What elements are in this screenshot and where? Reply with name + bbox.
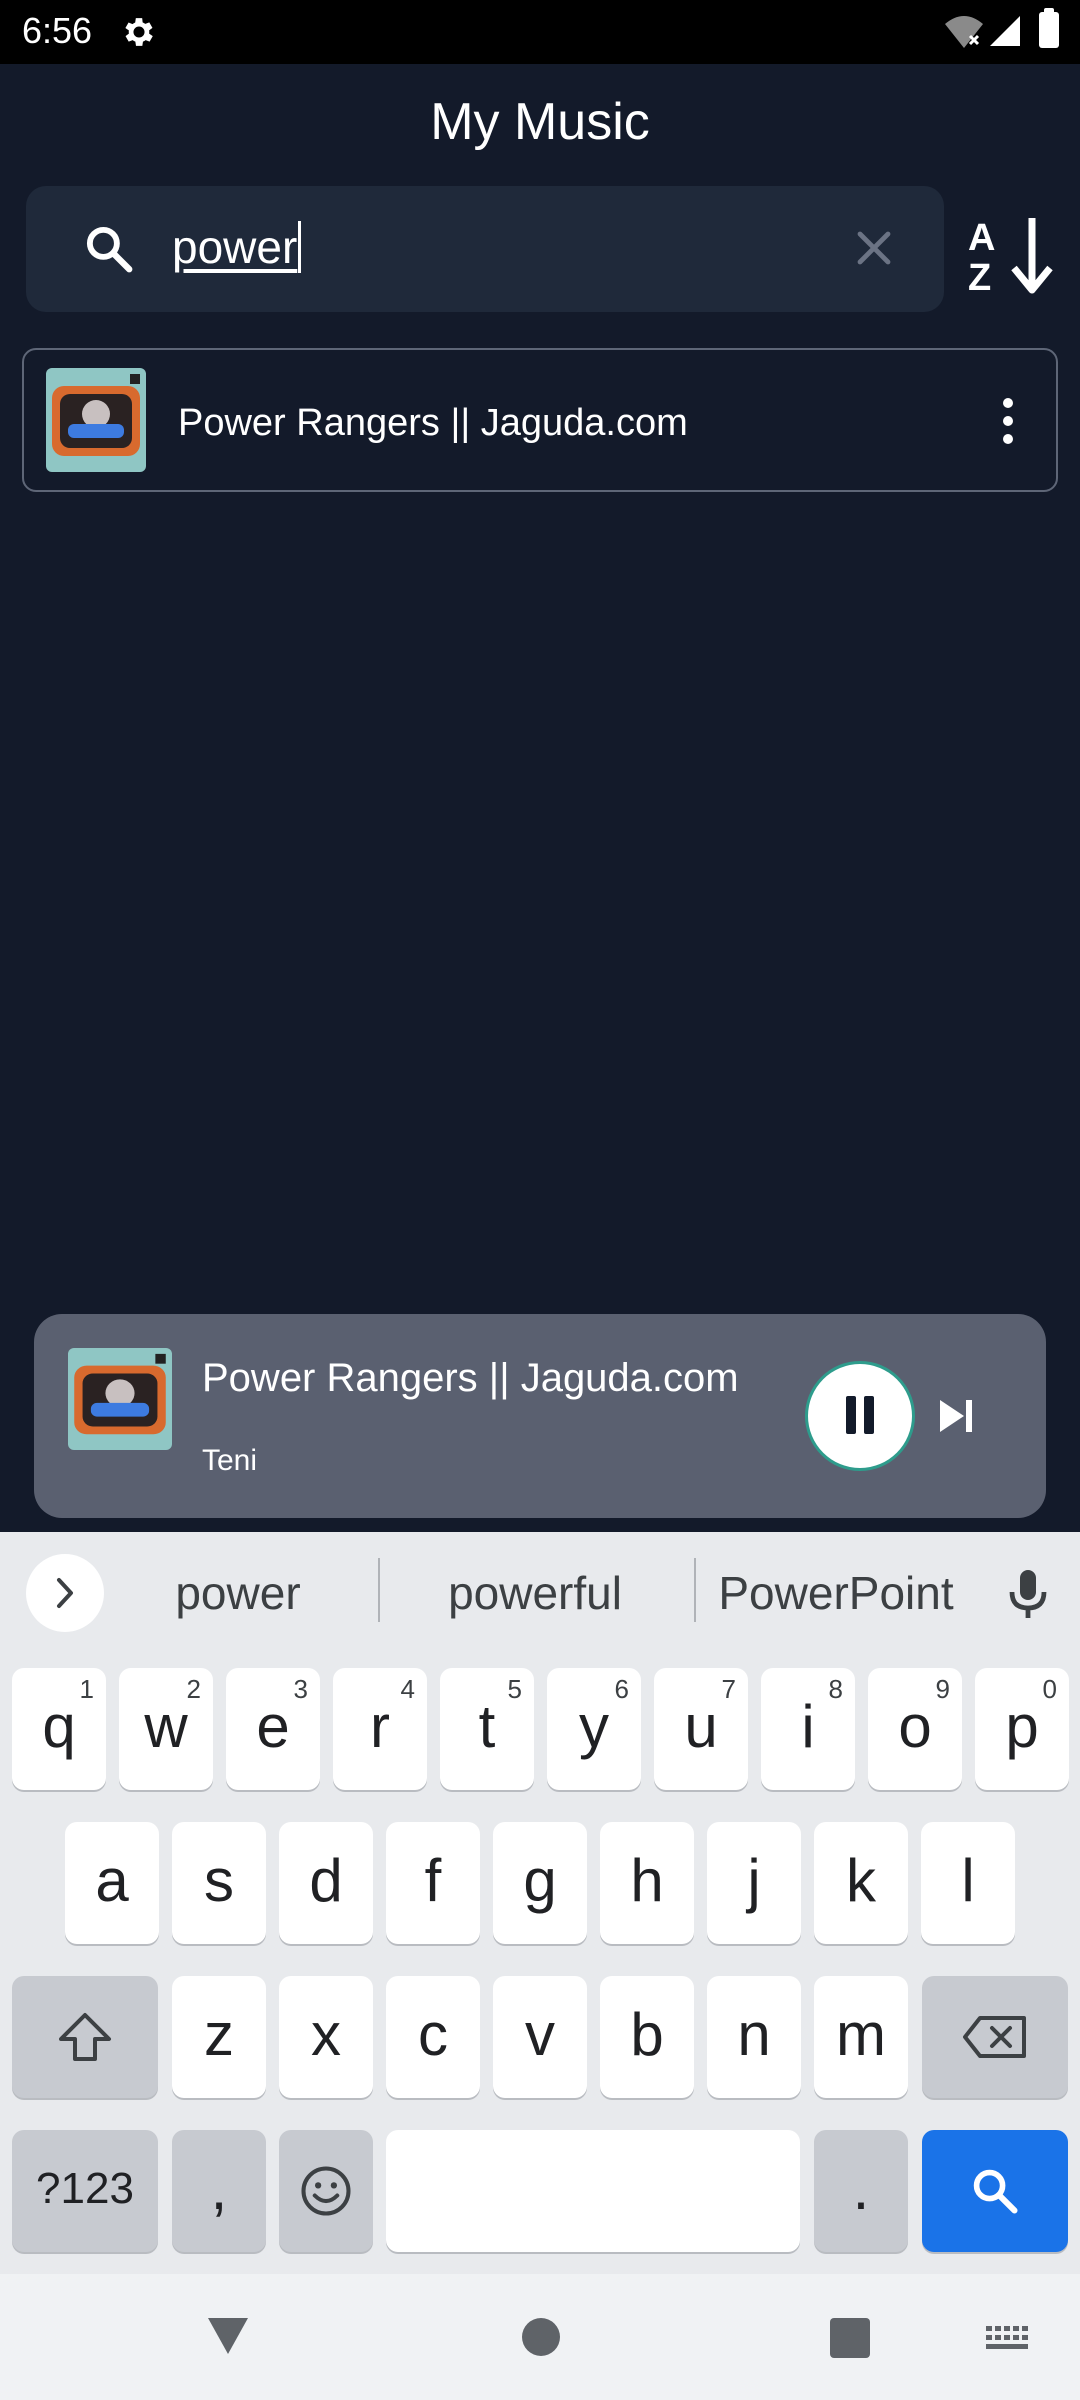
comma-key[interactable]: , (172, 2130, 266, 2252)
key-y[interactable]: y6 (547, 1668, 641, 1790)
space-key[interactable] (386, 2130, 800, 2252)
search-icon (973, 2169, 1018, 2214)
key-g[interactable]: g (493, 1822, 587, 1944)
home-icon[interactable] (522, 2318, 560, 2356)
key-a[interactable]: a (65, 1822, 159, 1944)
backspace-icon (963, 2016, 1026, 2058)
key-i[interactable]: i8 (761, 1668, 855, 1790)
soft-keyboard: power powerful PowerPoint q1 w2 e3 r4 t5… (0, 1532, 1080, 2274)
key-l[interactable]: l (921, 1822, 1015, 1944)
settings-gear-icon (125, 18, 153, 46)
skip-next-icon[interactable] (934, 1394, 978, 1438)
page-title: My Music (430, 93, 650, 151)
key-n[interactable]: n (707, 1976, 801, 2098)
key-j[interactable]: j (707, 1822, 801, 1944)
song-title: Power Rangers || Jaguda.com (178, 402, 688, 444)
emoji-icon (301, 2166, 351, 2216)
backspace-key[interactable] (922, 1976, 1068, 2098)
key-z[interactable]: z (172, 1976, 266, 2098)
suggestion-divider (694, 1558, 696, 1622)
system-nav-bar (0, 2274, 1080, 2400)
battery-icon (1039, 8, 1059, 48)
shift-icon (59, 2013, 111, 2061)
key-h[interactable]: h (600, 1822, 694, 1944)
key-r[interactable]: r4 (333, 1668, 427, 1790)
key-f[interactable]: f (386, 1822, 480, 1944)
key-t[interactable]: t5 (440, 1668, 534, 1790)
player-song-title: Power Rangers || Jaguda.com (202, 1356, 739, 1400)
suggestion-1[interactable]: power (130, 1566, 346, 1620)
recents-icon[interactable] (830, 2318, 870, 2358)
key-m[interactable]: m (814, 1976, 908, 2098)
search-icon (86, 226, 133, 273)
key-x[interactable]: x (279, 1976, 373, 2098)
clear-icon[interactable] (850, 224, 898, 272)
wifi-off-icon (945, 16, 983, 48)
key-s[interactable]: s (172, 1822, 266, 1944)
song-list-item[interactable]: Power Rangers || Jaguda.com (22, 348, 1058, 492)
album-art (46, 368, 146, 472)
keyboard-switch-icon[interactable] (984, 2324, 1032, 2352)
suggestion-2[interactable]: powerful (410, 1566, 660, 1620)
suggestion-divider (378, 1558, 380, 1622)
status-bar: 6:56 (0, 0, 1080, 64)
mini-player[interactable]: Power Rangers || Jaguda.com Teni (34, 1314, 1046, 1518)
key-w[interactable]: w2 (119, 1668, 213, 1790)
svg-text:A: A (968, 217, 995, 259)
status-time: 6:56 (22, 10, 93, 51)
player-album-art (68, 1348, 172, 1450)
search-input[interactable]: power (172, 220, 302, 274)
chevron-right-icon (57, 1578, 73, 1608)
suggestion-3[interactable]: PowerPoint (708, 1566, 964, 1620)
key-q[interactable]: q1 (12, 1668, 106, 1790)
key-d[interactable]: d (279, 1822, 373, 1944)
more-options-icon[interactable] (996, 396, 1020, 446)
shift-key[interactable] (12, 1976, 158, 2098)
sort-alpha-icon[interactable]: A Z (966, 214, 1056, 294)
player-artist: Teni (202, 1444, 258, 1477)
key-p[interactable]: p0 (975, 1668, 1069, 1790)
microphone-icon[interactable] (1004, 1566, 1052, 1622)
key-o[interactable]: o9 (868, 1668, 962, 1790)
key-c[interactable]: c (386, 1976, 480, 2098)
symbols-key[interactable]: ?123 (12, 2130, 158, 2252)
suggestion-expand-button[interactable] (26, 1554, 104, 1632)
key-u[interactable]: u7 (654, 1668, 748, 1790)
pause-button[interactable] (808, 1364, 912, 1468)
key-k[interactable]: k (814, 1822, 908, 1944)
search-field[interactable]: power (26, 186, 944, 312)
key-e[interactable]: e3 (226, 1668, 320, 1790)
cell-signal-icon (990, 16, 1020, 46)
period-key[interactable]: . (814, 2130, 908, 2252)
emoji-key[interactable] (279, 2130, 373, 2252)
back-triangle-icon[interactable] (204, 2314, 252, 2358)
key-v[interactable]: v (493, 1976, 587, 2098)
svg-text:Z: Z (968, 257, 991, 294)
search-action-key[interactable] (922, 2130, 1068, 2252)
key-b[interactable]: b (600, 1976, 694, 2098)
